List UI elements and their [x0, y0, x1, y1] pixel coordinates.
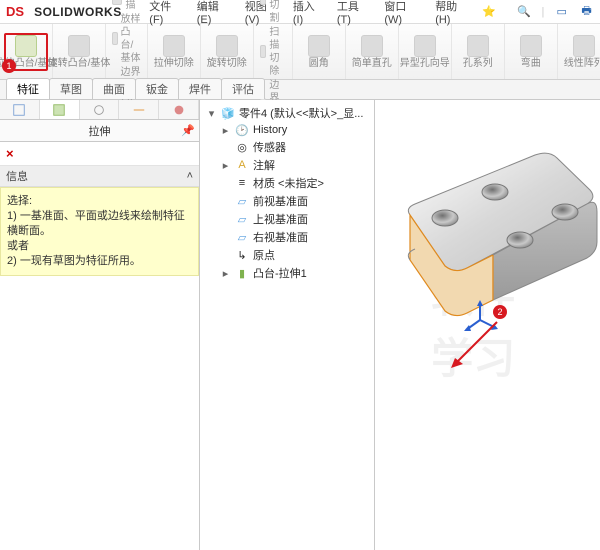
panel-tab-display[interactable] [159, 100, 199, 119]
tab-sketch[interactable]: 草图 [49, 78, 93, 99]
tree-history[interactable]: ▸🕑History [202, 122, 372, 138]
tab-weldments[interactable]: 焊件 [178, 78, 222, 99]
loft-cut-button[interactable]: 放样切割 [260, 0, 286, 25]
hole-wizard-button[interactable]: 异型孔向导 [405, 35, 445, 69]
tree-annotations[interactable]: ▸A注解 [202, 156, 372, 174]
menu-help[interactable]: 帮助(H) [433, 0, 472, 26]
tree-material[interactable]: ≡材质 <未指定> [202, 174, 372, 192]
tree-front-plane[interactable]: ▱前视基准面 [202, 192, 372, 210]
feature-tree: ▾🧊零件4 (默认<<默认>_显... ▸🕑History ◎传感器 ▸A注解 … [200, 100, 375, 550]
tree-sensors[interactable]: ◎传感器 [202, 138, 372, 156]
panel-tabs [0, 100, 199, 120]
pm-title-bar: 拉伸 📌 [0, 120, 199, 142]
extrude-cut-button[interactable]: 拉伸切除 [154, 35, 194, 69]
menu-file[interactable]: 文件(F) [147, 0, 184, 26]
linear-pattern-button[interactable]: 线性阵列 [564, 35, 600, 69]
fillet-button[interactable]: 圆角 [299, 35, 339, 69]
tab-surfaces[interactable]: 曲面 [92, 78, 136, 99]
info-section-header[interactable]: 信息 ˄ [0, 166, 199, 187]
pm-title: 拉伸 [89, 123, 111, 139]
extrude-boss-button[interactable]: 拉伸凸台/基体 1 [6, 35, 46, 69]
menu-insert[interactable]: 插入(I) [291, 0, 325, 26]
tab-sheetmetal[interactable]: 钣金 [135, 78, 179, 99]
new-doc-icon[interactable]: ▭ [554, 4, 569, 20]
menu-dropdown-icon[interactable]: ⭐ [482, 4, 497, 20]
property-manager: 拉伸 📌 × 信息 ˄ 选择: 1) 一基准面、平面或边线来绘制特征横断面。 或… [0, 100, 200, 550]
menu-tools[interactable]: 工具(T) [335, 0, 372, 26]
sweep-button[interactable]: 扫描 [112, 0, 141, 12]
revolve-boss-button[interactable]: 旋转凸台/基体 [59, 35, 99, 69]
loft-boss-button[interactable]: 放样凸台/基体 [112, 13, 141, 65]
menu-bar: DS SOLIDWORKS 文件(F) 编辑(E) 视图(V) 插入(I) 工具… [0, 0, 600, 24]
logo-solidworks: SOLIDWORKS [34, 5, 122, 19]
panel-tab-feature-tree[interactable] [0, 100, 40, 119]
panel-tab-config[interactable] [80, 100, 120, 119]
hole-series-button[interactable]: 孔系列 [458, 35, 498, 69]
search-icon[interactable]: 🔍 [517, 4, 532, 20]
panel-tab-dim[interactable] [119, 100, 159, 119]
tab-evaluate[interactable]: 评估 [221, 78, 265, 99]
callout-badge-2: 2 [493, 305, 507, 319]
tree-extrude1[interactable]: ▸▮凸台-拉伸1 [202, 264, 372, 282]
tree-origin[interactable]: ↳原点 [202, 246, 372, 264]
tab-features[interactable]: 特征 [6, 78, 50, 99]
sweep-cut-button[interactable]: 扫描切除 [260, 26, 286, 78]
graphics-viewport[interactable]: 软件 学习 [375, 100, 600, 550]
tree-top-plane[interactable]: ▱上视基准面 [202, 210, 372, 228]
collapse-icon[interactable]: ˄ [187, 170, 193, 182]
pin-icon[interactable]: 📌 [181, 124, 195, 137]
panel-tab-property-manager[interactable] [40, 100, 80, 119]
menu-window[interactable]: 窗口(W) [382, 0, 423, 26]
info-section-body: 选择: 1) 一基准面、平面或边线来绘制特征横断面。 或者 2) 一现有草图为特… [0, 187, 199, 276]
tree-right-plane[interactable]: ▱右视基准面 [202, 228, 372, 246]
main-area: 拉伸 📌 × 信息 ˄ 选择: 1) 一基准面、平面或边线来绘制特征横断面。 或… [0, 100, 600, 550]
tree-root[interactable]: ▾🧊零件4 (默认<<默认>_显... [202, 104, 372, 122]
annotation-arrow [449, 318, 501, 370]
callout-badge-1: 1 [2, 59, 16, 73]
menu-edit[interactable]: 编辑(E) [195, 0, 233, 26]
feature-tabs: 特征 草图 曲面 钣金 焊件 评估 [0, 80, 600, 100]
flex-button[interactable]: 弯曲 [511, 35, 551, 69]
revolve-cut-button[interactable]: 旋转切除 [207, 35, 247, 69]
simple-hole-button[interactable]: 简单直孔 [352, 35, 392, 69]
ribbon: 拉伸凸台/基体 1 旋转凸台/基体 扫描 放样凸台/基体 边界凸台/基体 拉伸切… [0, 24, 600, 80]
pm-close-button[interactable]: × [0, 142, 199, 166]
logo-ds: DS [6, 4, 24, 19]
print-icon[interactable]: 🖶 [579, 4, 594, 20]
